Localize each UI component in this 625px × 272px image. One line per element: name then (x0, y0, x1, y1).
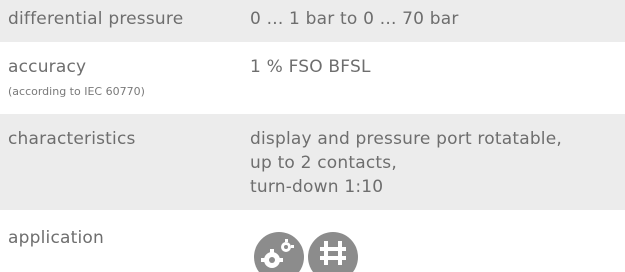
spec-label-differential-pressure: differential pressure (8, 9, 184, 29)
spec-row-characteristics: characteristics display and pressure por… (0, 114, 625, 210)
spec-label-accuracy: accuracy (8, 57, 87, 77)
spec-value-differential-pressure: 0 ... 1 bar to 0 ... 70 bar (250, 9, 459, 29)
spec-row-differential-pressure: differential pressure 0 ... 1 bar to 0 .… (0, 0, 625, 42)
characteristics-line-2: up to 2 contacts, (250, 153, 397, 173)
characteristics-line-1: display and pressure port rotatable, (250, 129, 562, 149)
spec-label-application: application (8, 228, 104, 248)
spec-row-accuracy: accuracy (according to IEC 60770) 1 % FS… (0, 42, 625, 114)
application-icons (254, 232, 374, 272)
spec-label-accuracy-note: (according to IEC 60770) (8, 85, 145, 98)
industrial-gears-icon (254, 232, 304, 272)
characteristics-line-3: turn-down 1:10 (250, 177, 384, 197)
spec-value-accuracy: 1 % FSO BFSL (250, 57, 371, 77)
plant-engineering-icon (308, 232, 358, 272)
spec-value-characteristics: display and pressure port rotatable, up … (250, 127, 562, 199)
spec-label-characteristics: characteristics (8, 129, 136, 149)
